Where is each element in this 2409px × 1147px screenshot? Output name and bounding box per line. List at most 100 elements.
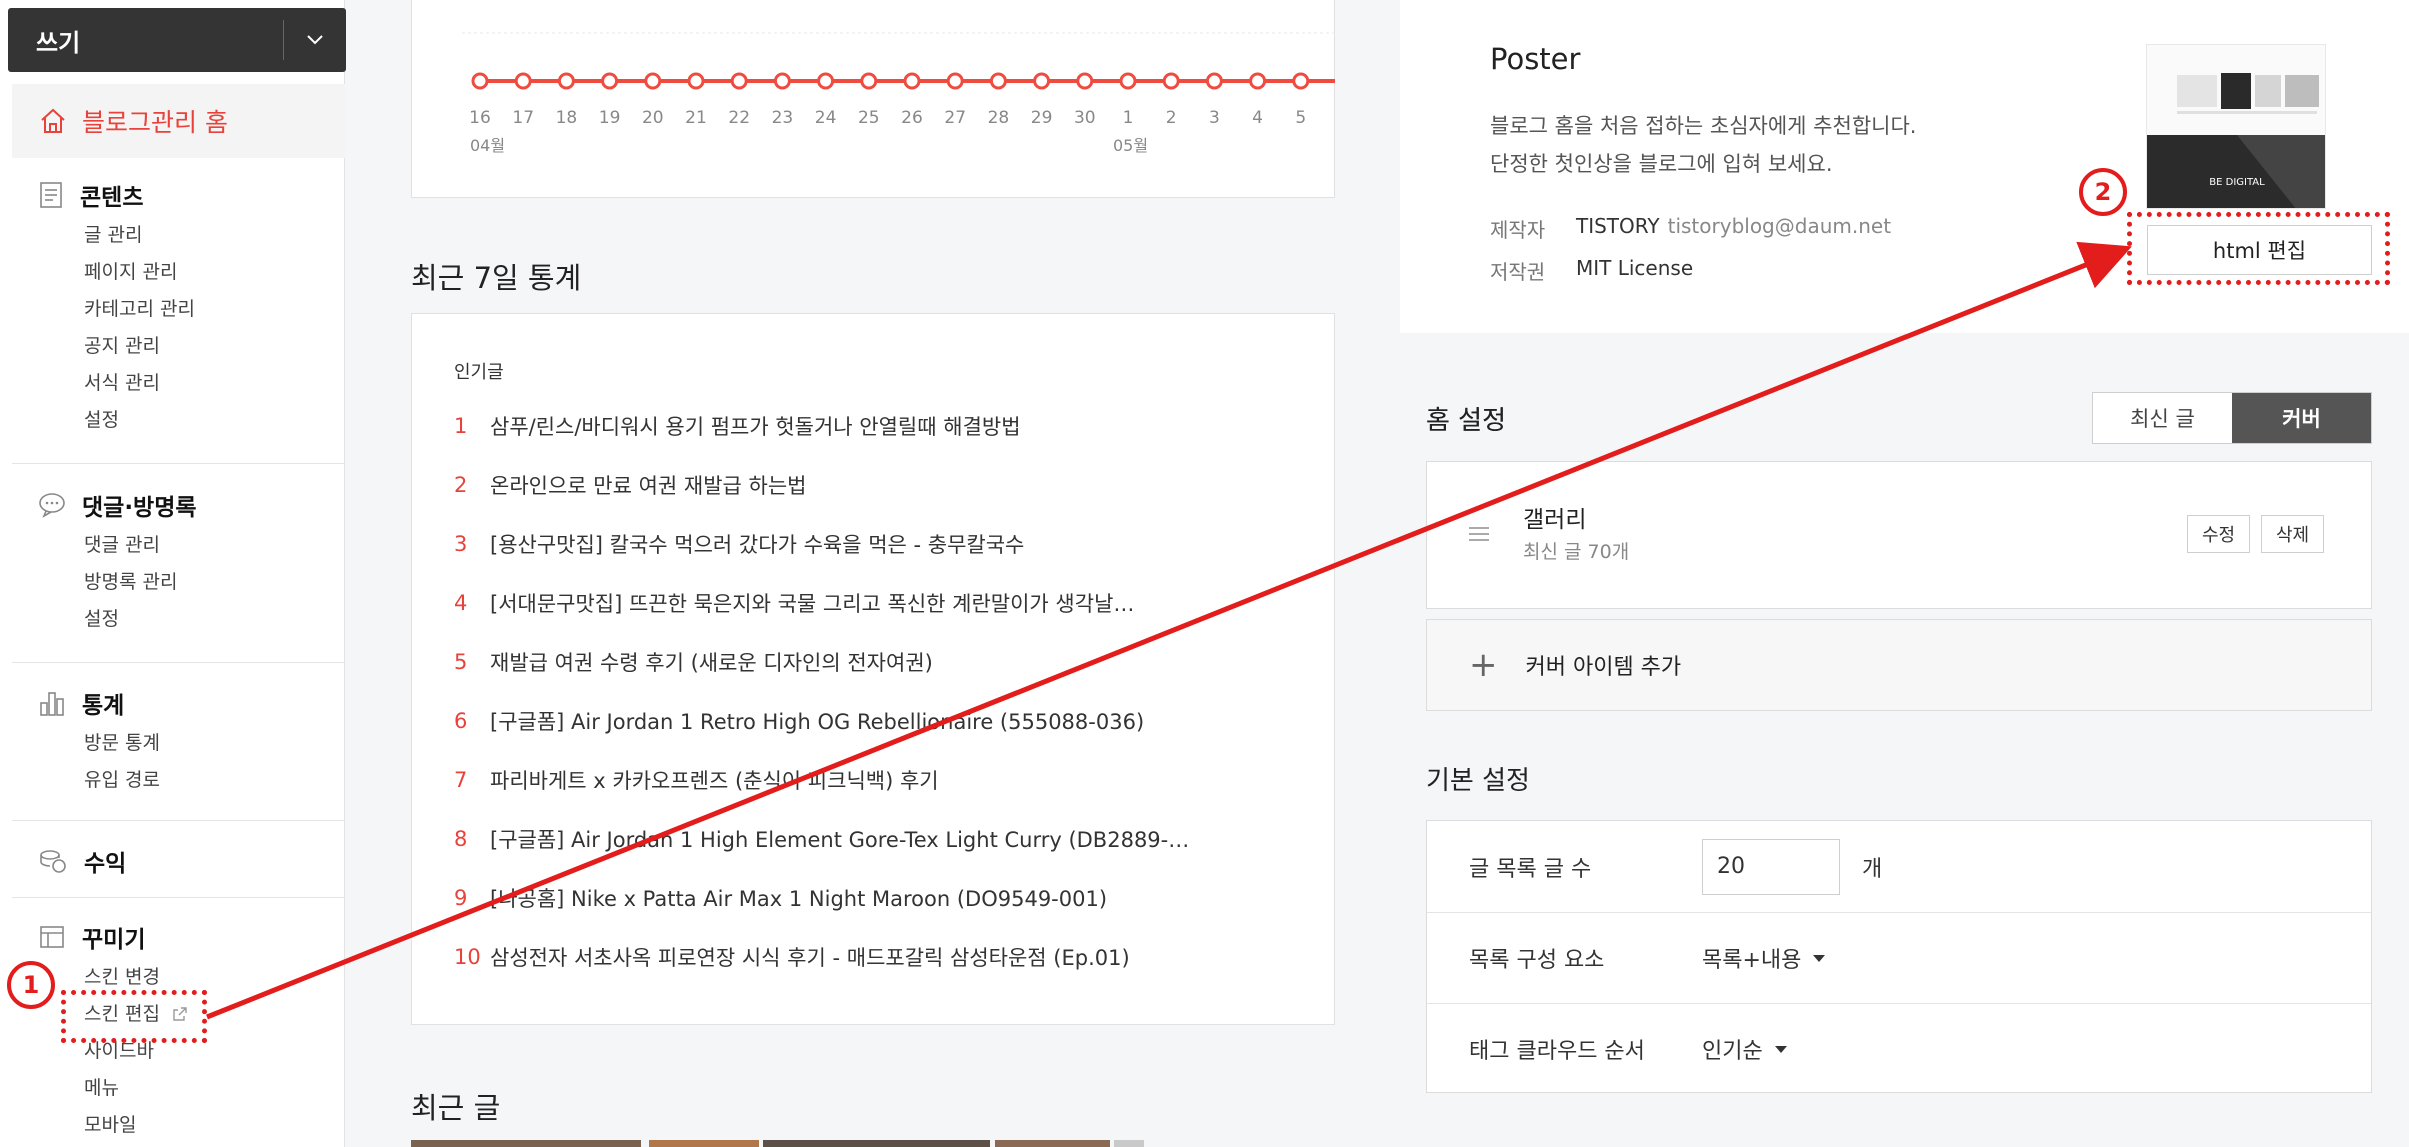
sidebar-section-title[interactable]: 댓글·방명록 (0, 485, 345, 525)
tab-cover[interactable]: 커버 (2232, 393, 2371, 443)
list-element-select[interactable]: 목록+내용 (1702, 942, 1826, 974)
popular-post-row[interactable]: 4 [서대문구맛집] 뜨끈한 묵은지와 국물 그리고 폭신한 계란말이가 생각날… (454, 583, 1294, 623)
license-value: MIT License (1576, 256, 1694, 280)
chart-x-tick-label: 25 (858, 108, 880, 128)
tab-latest-posts[interactable]: 최신 글 (2093, 393, 2232, 443)
list-element-value: 목록+내용 (1702, 948, 1802, 973)
chart-point (1205, 72, 1223, 90)
list-element-label: 목록 구성 요소 (1469, 948, 1605, 973)
chart-point (773, 72, 791, 90)
chart-month-label: 04월 (470, 136, 505, 155)
popular-post-title: 삼성전자 서초사옥 피로연장 시식 후기 - 매드포갈릭 삼성타운점 (Ep.0… (490, 946, 1130, 970)
popular-post-rank: 10 (454, 945, 481, 969)
sidebar-section-title[interactable]: 콘텐츠 (0, 175, 345, 215)
cover-item-subtitle: 최신 글 70개 (1523, 541, 1630, 563)
post-thumbnail[interactable] (763, 1140, 990, 1147)
edit-button[interactable]: 수정 (2187, 515, 2251, 553)
post-count-row: 글 목록 글 수 개 (1427, 821, 2371, 912)
chart-point (471, 72, 489, 90)
sidebar-item-guestbook[interactable]: 방명록 관리 (0, 564, 345, 601)
popular-post-rank: 1 (454, 414, 468, 438)
sidebar-item-visit-stats[interactable]: 방문 통계 (0, 725, 345, 762)
chart-point (946, 72, 964, 90)
popular-post-title: 온라인으로 만료 여권 재발급 하는법 (490, 474, 807, 498)
sidebar-section-title-text: 콘텐츠 (80, 185, 144, 211)
popular-post-rank: 6 (454, 709, 468, 733)
maker-key: 제작자 (1490, 218, 1546, 242)
popular-post-row[interactable]: 1 삼푸/린스/바디워시 용기 펌프가 헛돌거나 안열릴때 해결방법 (454, 406, 1294, 446)
write-button[interactable]: 쓰기 (8, 8, 346, 72)
popular-post-rank: 4 (454, 591, 468, 615)
visit-line-chart: 16 17 18 19 20 21 22 23 24 25 26 27 28 29 30 1 2 3 4 504월 05… (462, 32, 1335, 155)
post-thumbnail[interactable] (411, 1140, 641, 1147)
chart-point (1076, 72, 1094, 90)
sidebar-item-mobile[interactable]: 모바일 (0, 1107, 345, 1144)
theme-maker-row: 제작자 TISTORY tistoryblog@daum.net (1490, 214, 1891, 243)
popular-post-title: [구글폼] Air Jordan 1 High Element Gore-Tex… (490, 828, 1190, 852)
popular-post-row[interactable]: 3 [용산구맛집] 칼국수 먹으러 갔다가 수육을 먹은 - 충무칼국수 (454, 524, 1294, 564)
chart-x-tick-label: 21 (685, 108, 707, 128)
chart-x-tick-label: 1 (1123, 108, 1134, 128)
chart-x-tick-label: 27 (944, 108, 966, 128)
post-thumbnail[interactable] (1114, 1140, 1144, 1147)
list-element-row: 목록 구성 요소 목록+내용 (1427, 912, 2371, 1003)
popular-post-row[interactable]: 5 재발급 여권 수령 후기 (새로운 디자인의 전자여권) (454, 642, 1294, 682)
post-thumbnail[interactable] (995, 1140, 1110, 1147)
theme-license-row: 저작권 MIT License (1490, 256, 1693, 285)
chart-x-tick-label: 3 (1209, 108, 1220, 128)
chart-point (1033, 72, 1051, 90)
sidebar-section-title[interactable]: 꾸미기 (0, 917, 345, 957)
cover-item-gallery[interactable]: 갤러리 최신 글 70개 수정 삭제 (1426, 461, 2372, 609)
sidebar-section-revenue: 수익 (0, 841, 345, 881)
popular-post-row[interactable]: 7 파리바게트 x 카카오프렌즈 (춘식이 피크닉백) 후기 (454, 760, 1294, 800)
chart-point (730, 72, 748, 90)
sidebar-item-content-settings[interactable]: 설정 (0, 402, 345, 439)
delete-button[interactable]: 삭제 (2261, 515, 2325, 553)
sidebar-item-comment-settings[interactable]: 설정 (0, 601, 345, 638)
popular-post-rank: 7 (454, 768, 468, 792)
chart-point (601, 72, 619, 90)
popular-post-row[interactable]: 8 [구글폼] Air Jordan 1 High Element Gore-Te… (454, 819, 1294, 859)
sidebar-item-pages[interactable]: 페이지 관리 (0, 254, 345, 291)
chart-point (989, 72, 1007, 90)
theme-preview-thumbnail: BE DIGITAL (2146, 44, 2326, 209)
popular-post-row[interactable]: 9 [나공홈] Nike x Patta Air Max 1 Night Maro… (454, 878, 1294, 918)
theme-description-line2: 단정한 첫인상을 블로그에 입혀 보세요. (1490, 152, 1833, 176)
speech-bubble-icon (39, 493, 65, 518)
post-thumbnail[interactable] (649, 1140, 759, 1147)
popular-post-row[interactable]: 6 [구글폼] Air Jordan 1 Retro High OG Rebell… (454, 701, 1294, 741)
popular-post-row[interactable]: 2 온라인으로 만료 여권 재발급 하는법 (454, 465, 1294, 505)
license-key: 저작권 (1490, 260, 1546, 284)
sidebar-item-referrers[interactable]: 유입 경로 (0, 762, 345, 799)
sidebar-item-posts[interactable]: 글 관리 (0, 217, 345, 254)
theme-name: Poster (1490, 42, 1581, 76)
drag-handle-icon[interactable] (1467, 525, 1491, 545)
sidebar-section-title[interactable]: 수익 (0, 841, 345, 881)
theme-description-line1: 블로그 홈을 처음 접하는 초심자에게 추천합니다. (1490, 114, 1917, 138)
popular-post-row[interactable]: 10 삼성전자 서초사옥 피로연장 시식 후기 - 매드포갈릭 삼성타운점 (Ep… (454, 937, 1294, 977)
add-cover-item-button[interactable]: + 커버 아이템 추가 (1426, 619, 2372, 711)
sidebar-item-categories[interactable]: 카테고리 관리 (0, 291, 345, 328)
thumb-caption: BE DIGITAL (2209, 177, 2265, 188)
sidebar-item-menu[interactable]: 메뉴 (0, 1070, 345, 1107)
tag-cloud-order-select[interactable]: 인기순 (1702, 1033, 1787, 1065)
chart-x-tick-label: 30 (1074, 108, 1096, 128)
caret-down-icon (1774, 1045, 1787, 1053)
sidebar-item-templates[interactable]: 서식 관리 (0, 365, 345, 402)
chart-x-tick-label: 28 (988, 108, 1010, 128)
chart-x-tick-label: 4 (1252, 108, 1263, 128)
popular-post-rank: 9 (454, 886, 468, 910)
sidebar-divider (12, 463, 345, 464)
popular-post-title: 삼푸/린스/바디워시 용기 펌프가 헛돌거나 안열릴때 해결방법 (490, 415, 1021, 439)
sidebar-item-notices[interactable]: 공지 관리 (0, 328, 345, 365)
maker-email: tistoryblog@daum.net (1667, 214, 1892, 238)
sidebar-item-comments[interactable]: 댓글 관리 (0, 527, 345, 564)
sidebar-section-title[interactable]: 통계 (0, 683, 345, 723)
popular-post-rank: 8 (454, 827, 468, 851)
chart-point (1249, 72, 1267, 90)
plus-icon: + (1469, 645, 1498, 685)
sidebar-item-home-label: 블로그관리 홈 (82, 108, 228, 137)
chevron-down-icon[interactable] (284, 34, 346, 46)
sidebar-item-home[interactable]: 블로그관리 홈 (12, 84, 345, 158)
post-count-input[interactable] (1702, 838, 1840, 895)
